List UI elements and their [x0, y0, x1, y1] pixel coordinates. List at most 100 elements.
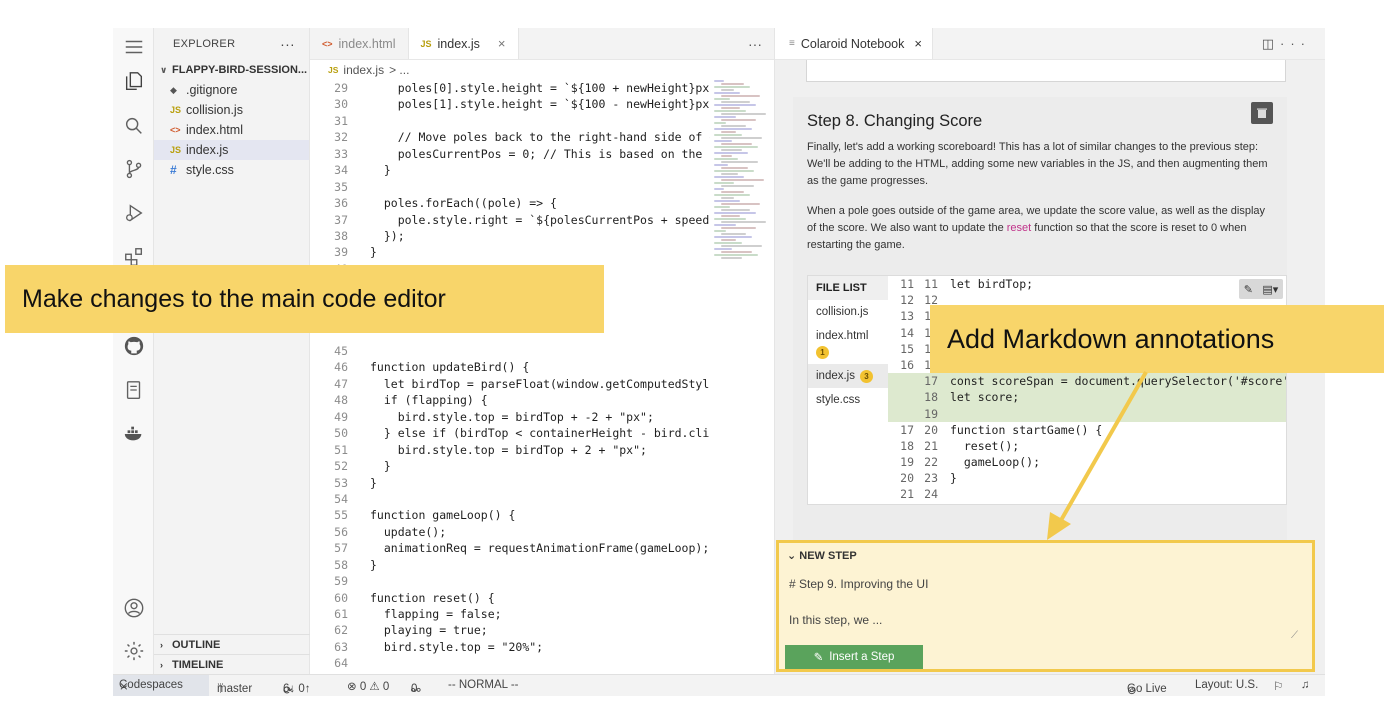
code-line[interactable]: 36 poles.forEach((pole) => {	[310, 195, 710, 211]
code-line[interactable]: 46 function updateBird() {	[310, 359, 710, 375]
file-list-item-style-css[interactable]: style.css	[808, 388, 888, 412]
problems-indicator[interactable]: ⊗ 0 ⚠ 0	[347, 679, 389, 693]
code-line[interactable]: 53}	[310, 475, 710, 491]
code-line[interactable]: 33 polesCurrentPos = 0; // This is based…	[310, 146, 710, 162]
code-line[interactable]: 54	[310, 491, 710, 507]
diff-line: 20 23}	[888, 470, 1286, 486]
code-line[interactable]: 47 let birdTop = parseFloat(window.getCo…	[310, 376, 710, 392]
file-item-style-css[interactable]: # style.css	[154, 160, 309, 180]
code-line[interactable]: 38 });	[310, 228, 710, 244]
code-line[interactable]: 52 }	[310, 458, 710, 474]
code-line[interactable]: 32 // Move poles back to the right-hand …	[310, 129, 710, 145]
new-step-header[interactable]: ⌄ NEW STEP	[787, 549, 857, 562]
code-line[interactable]: 58}	[310, 557, 710, 573]
edit-pencil-icon[interactable]: ✎	[1244, 283, 1253, 296]
notebook-icon[interactable]	[121, 377, 147, 403]
code-line[interactable]: 31	[310, 113, 710, 129]
tab-index-html[interactable]: <> index.html	[310, 28, 409, 59]
code-line[interactable]: 55 function gameLoop() {	[310, 507, 710, 523]
view-mode-icon[interactable]: ▤▾	[1262, 283, 1278, 296]
menu-icon[interactable]	[121, 34, 147, 60]
minimap-line	[721, 251, 752, 253]
code-line[interactable]: 29 poles[0].style.height = `${100 + newH…	[310, 80, 710, 96]
docker-icon[interactable]	[121, 421, 147, 447]
file-item-gitignore[interactable]: ◆ .gitignore	[154, 80, 309, 100]
minimap[interactable]	[710, 80, 766, 260]
line-number: 63	[334, 639, 348, 654]
search-icon[interactable]	[121, 113, 147, 139]
insert-step-button[interactable]: ✎ Insert a Step	[785, 645, 923, 669]
markdown-editor-line-1[interactable]: # Step 9. Improving the UI	[789, 577, 928, 591]
line-text: bird.style.top = birdTop + -2 + "px";	[370, 409, 654, 424]
old-line-number: 14	[900, 325, 914, 340]
file-list-item-collision-js[interactable]: collision.js	[808, 300, 888, 324]
breadcrumb-file[interactable]: index.js	[343, 63, 384, 77]
explorer-more-icon[interactable]: ···	[280, 36, 295, 52]
code-line[interactable]: 59	[310, 573, 710, 589]
breadcrumb-rest[interactable]: > ...	[389, 63, 409, 77]
timeline-section[interactable]: › TIMELINE	[154, 654, 310, 674]
file-list-item-index-js[interactable]: index.js 3	[808, 364, 888, 388]
timeline-label: TIMELINE	[172, 658, 224, 671]
diff-text: }	[950, 471, 957, 486]
run-debug-icon[interactable]	[121, 200, 147, 226]
keyboard-layout[interactable]: Layout: U.S.	[1195, 679, 1258, 691]
code-line[interactable]: 30 poles[1].style.height = `${100 - newH…	[310, 96, 710, 112]
workspace-folder[interactable]: ∨ FLAPPY-BIRD-SESSION...	[154, 60, 309, 80]
code-line[interactable]: 35	[310, 179, 710, 195]
settings-gear-icon[interactable]	[121, 638, 147, 664]
code-line[interactable]: 45	[310, 343, 710, 359]
code-line[interactable]: 48 if (flapping) {	[310, 392, 710, 408]
code-line[interactable]: 49 bird.style.top = birdTop + -2 + "px";	[310, 409, 710, 425]
github-icon[interactable]	[121, 333, 147, 359]
code-line[interactable]: 63 bird.style.top = "20%";	[310, 639, 710, 655]
editor-more-icon[interactable]: ···	[748, 36, 762, 52]
close-icon[interactable]: ×	[498, 36, 506, 51]
diff-line: 19 22 gameLoop();	[888, 454, 1286, 470]
source-control-icon[interactable]	[121, 156, 147, 182]
feedback-icon[interactable]: ⚐	[1273, 679, 1283, 693]
code-line[interactable]: 57 animationReq = requestAnimationFrame(…	[310, 540, 710, 556]
tab-colaroid-notebook[interactable]: ≡ Colaroid Notebook ×	[775, 28, 933, 59]
code-line[interactable]: 56 update();	[310, 524, 710, 540]
minimap-line	[714, 98, 730, 100]
account-icon[interactable]	[121, 595, 147, 621]
resize-handle-icon[interactable]: ⟋	[1291, 630, 1298, 641]
trash-icon[interactable]	[1251, 102, 1273, 124]
minimap-line	[721, 149, 742, 151]
notifications-bell-icon[interactable]: ♫	[1301, 679, 1310, 691]
code-line[interactable]: 50 } else if (birdTop < containerHeight …	[310, 425, 710, 441]
tab-index-js[interactable]: JS index.js ×	[408, 28, 519, 59]
file-item-index-js[interactable]: JS index.js	[154, 140, 309, 160]
minimap-line	[721, 119, 756, 121]
split-editor-icon[interactable]: ◫···	[1262, 36, 1311, 52]
outline-section[interactable]: › OUTLINE	[154, 634, 310, 654]
code-line[interactable]: 37 pole.style.right = `${polesCurrentPos…	[310, 212, 710, 228]
explorer-icon[interactable]	[121, 68, 147, 94]
codespaces-button[interactable]: ⨯ Codespaces	[113, 675, 209, 696]
file-list-item-index-html[interactable]: index.html 1	[808, 324, 888, 364]
code-line[interactable]: 64	[310, 655, 710, 671]
change-count-badge: 1	[816, 345, 829, 359]
minimap-line	[714, 80, 724, 82]
code-lines[interactable]: 29 poles[0].style.height = `${100 + newH…	[310, 80, 710, 674]
minimap-line	[721, 125, 746, 127]
code-line[interactable]: 60 function reset() {	[310, 590, 710, 606]
line-text	[348, 113, 370, 129]
file-item-index-html[interactable]: <> index.html	[154, 120, 309, 140]
code-line[interactable]: 61 flapping = false;	[310, 606, 710, 622]
code-line[interactable]: 62 playing = true;	[310, 622, 710, 638]
html-file-icon: <>	[170, 125, 181, 135]
code-line[interactable]: 51 bird.style.top = birdTop + 2 + "px";	[310, 442, 710, 458]
minimap-line	[714, 92, 740, 94]
codespaces-label: Codespaces	[119, 679, 183, 691]
file-item-collision-js[interactable]: JS collision.js	[154, 100, 309, 120]
callout-markdown: Add Markdown annotations	[930, 305, 1384, 373]
close-icon[interactable]: ×	[914, 36, 922, 51]
code-line[interactable]: 39}	[310, 244, 710, 260]
minimap-line	[721, 239, 736, 241]
diff-line: 17 20 function startGame() {	[888, 422, 1286, 438]
new-line-number: 22	[924, 455, 938, 470]
markdown-editor-line-2[interactable]: In this step, we ...	[789, 613, 882, 627]
code-line[interactable]: 34 }	[310, 162, 710, 178]
